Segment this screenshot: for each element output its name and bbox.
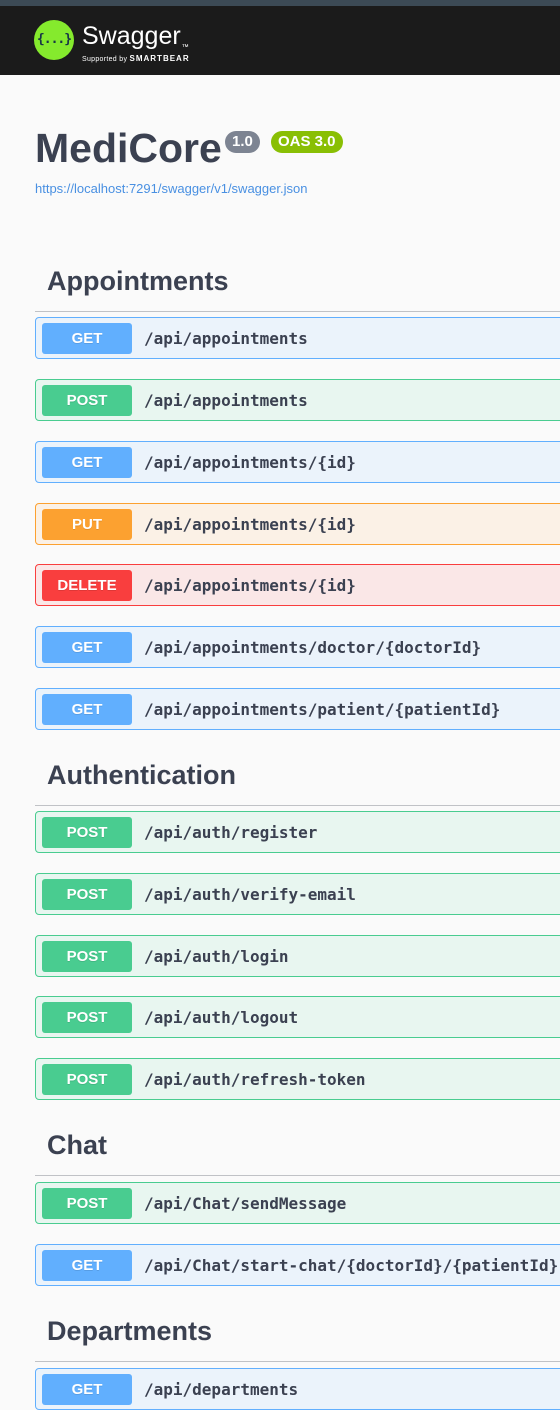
operation-path: /api/appointments/patient/{patientId}: [144, 700, 501, 719]
operation-post-send-message[interactable]: POST/api/Chat/sendMessage: [35, 1182, 560, 1224]
smartbear-text: SMARTBEAR: [129, 54, 190, 63]
operation-path: /api/auth/register: [144, 823, 318, 842]
operation-get-doctor-appointments[interactable]: GET/api/appointments/doctor/{doctorId}: [35, 626, 560, 668]
method-badge: GET: [42, 1374, 132, 1405]
tag-title: Chat: [47, 1130, 107, 1160]
operation-get-patient-appointments[interactable]: GET/api/appointments/patient/{patientId}: [35, 688, 560, 730]
operation-path: /api/appointments/{id}: [144, 453, 356, 472]
operation-path: /api/departments: [144, 1380, 299, 1399]
tag-departments[interactable]: Departments: [35, 1303, 560, 1362]
operation-get-start-chat[interactable]: GET/api/Chat/start-chat/{doctorId}/{pati…: [35, 1244, 560, 1286]
operation-path: /api/appointments: [144, 391, 308, 410]
method-badge: POST: [42, 1002, 132, 1033]
method-badge: POST: [42, 879, 132, 910]
swagger-topbar: {...} Swagger™ Supported by SMARTBEAR: [0, 6, 560, 75]
method-badge: GET: [42, 447, 132, 478]
oas-badge: OAS 3.0: [271, 131, 343, 153]
operation-path: /api/appointments: [144, 329, 308, 348]
tag-appointments[interactable]: Appointments: [35, 252, 560, 312]
supported-by: Supported by SMARTBEAR: [82, 54, 190, 63]
method-badge: DELETE: [42, 570, 132, 601]
brand-trademark: ™: [181, 44, 189, 51]
operation-put-appointment[interactable]: PUT/api/appointments/{id}: [35, 503, 560, 545]
operation-path: /api/appointments/doctor/{doctorId}: [144, 638, 482, 657]
operation-post-login[interactable]: POST/api/auth/login: [35, 935, 560, 977]
version-badge: 1.0: [225, 131, 260, 153]
operation-get-appointment-by-id[interactable]: GET/api/appointments/{id}: [35, 441, 560, 483]
supported-by-text: Supported by: [82, 56, 128, 63]
spec-json-link[interactable]: https://localhost:7291/swagger/v1/swagge…: [35, 181, 307, 196]
method-badge: POST: [42, 941, 132, 972]
operation-get-appointments[interactable]: GET/api/appointments: [35, 317, 560, 359]
operation-delete-appointment[interactable]: DELETE/api/appointments/{id}: [35, 564, 560, 606]
method-badge: GET: [42, 694, 132, 725]
operation-post-verify-email[interactable]: POST/api/auth/verify-email: [35, 873, 560, 915]
tag-title: Appointments: [47, 266, 229, 296]
method-badge: POST: [42, 817, 132, 848]
tag-chat[interactable]: Chat: [35, 1118, 560, 1176]
method-badge: PUT: [42, 509, 132, 540]
operation-path: /api/appointments/{id}: [144, 515, 356, 534]
method-badge: POST: [42, 385, 132, 416]
operation-path: /api/auth/verify-email: [144, 885, 356, 904]
api-title: MediCore: [35, 125, 222, 171]
brand-text: Swagger: [82, 22, 181, 50]
tag-title: Departments: [47, 1316, 213, 1346]
operation-path: /api/appointments/{id}: [144, 576, 356, 595]
tag-title: Authentication: [47, 760, 236, 790]
operation-post-refresh-token[interactable]: POST/api/auth/refresh-token: [35, 1058, 560, 1100]
swagger-brand[interactable]: Swagger™: [82, 22, 189, 51]
operation-path: /api/auth/login: [144, 947, 289, 966]
method-badge: GET: [42, 323, 132, 354]
tag-authentication[interactable]: Authentication: [35, 746, 560, 806]
operation-post-logout[interactable]: POST/api/auth/logout: [35, 996, 560, 1038]
swagger-logo-icon[interactable]: {...}: [34, 20, 74, 60]
operation-path: /api/Chat/start-chat/{doctorId}/{patient…: [144, 1256, 559, 1275]
operation-post-register[interactable]: POST/api/auth/register: [35, 811, 560, 853]
method-badge: POST: [42, 1064, 132, 1095]
method-badge: GET: [42, 632, 132, 663]
operation-post-appointments[interactable]: POST/api/appointments: [35, 379, 560, 421]
operation-path: /api/Chat/sendMessage: [144, 1194, 347, 1213]
method-badge: GET: [42, 1250, 132, 1281]
method-badge: POST: [42, 1188, 132, 1219]
operation-path: /api/auth/refresh-token: [144, 1070, 366, 1089]
operation-path: /api/auth/logout: [144, 1008, 299, 1027]
